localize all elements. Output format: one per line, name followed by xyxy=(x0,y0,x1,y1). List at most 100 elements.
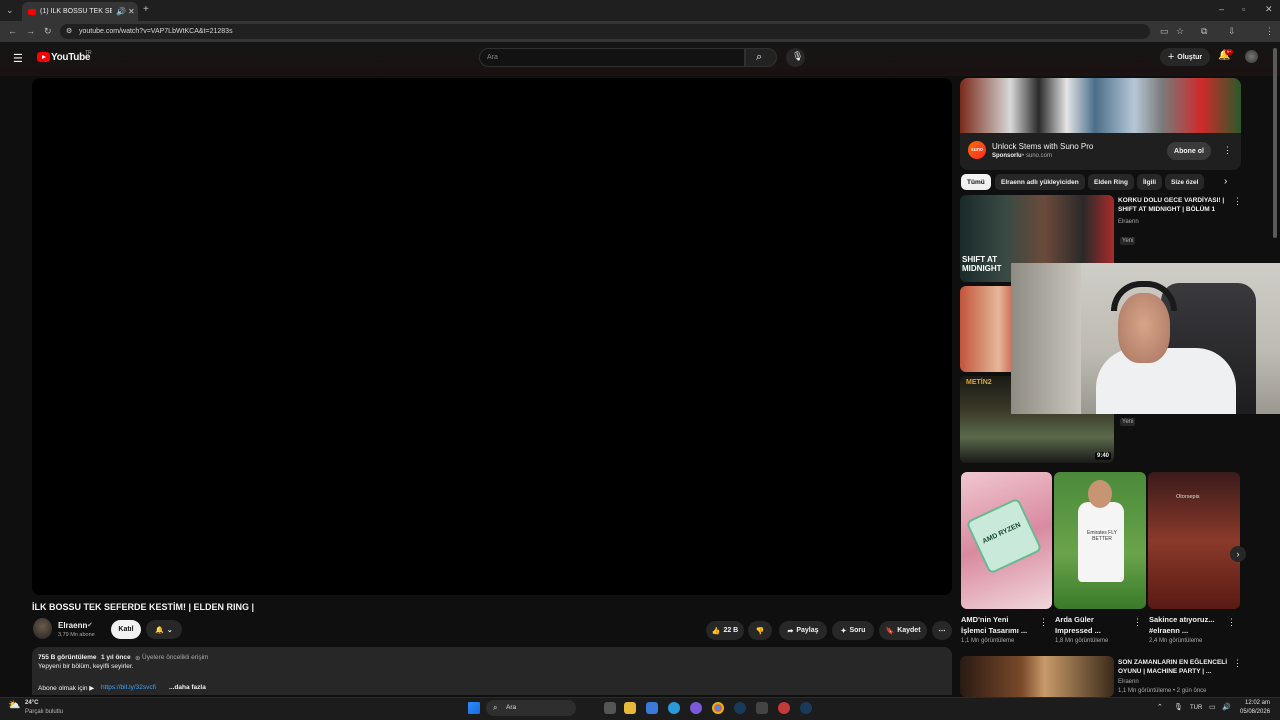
description-box[interactable]: 755 B görüntüleme 1 yıl önce ⊕ Üyelere ö… xyxy=(32,647,952,695)
forward-icon[interactable]: → xyxy=(26,27,35,36)
short-views: 1,8 Mn görüntüleme xyxy=(1055,638,1109,644)
like-button[interactable]: 👍 22 B xyxy=(706,621,744,640)
shorts-next-button[interactable]: › xyxy=(1230,546,1246,562)
ad-domain: suno.com xyxy=(1026,153,1053,159)
steam-icon[interactable] xyxy=(800,702,812,714)
edge-icon[interactable] xyxy=(668,702,680,714)
search-button[interactable]: ⌕ xyxy=(745,48,777,67)
members-icon: ⊕ xyxy=(135,655,141,662)
chip-all[interactable]: Tümü xyxy=(961,174,991,190)
menu-dots-icon[interactable]: ⋮ xyxy=(1265,27,1274,36)
browser-tab[interactable]: (1) İLK BOSSU TEK SEFERDE 🔊 ✕ xyxy=(22,2,138,21)
short-title[interactable]: AMD'nin Yeni İşlemci Tasarımı ... xyxy=(961,614,1033,636)
taskbar-search[interactable]: ⌕ Ara xyxy=(486,700,576,716)
short-thumbnail[interactable]: Otorsepis xyxy=(1148,472,1240,609)
short-menu-icon[interactable]: ⋮ xyxy=(1039,618,1048,627)
rec-title[interactable]: SON ZAMANLARIN EN EĞLENCELİ OYUNU | MACH… xyxy=(1118,658,1230,676)
webcam-overlay xyxy=(1011,263,1280,414)
clock-date[interactable]: 05/08/2026 xyxy=(1240,709,1270,715)
join-button[interactable]: Katıl xyxy=(111,620,141,639)
rec-channel[interactable]: Elraenn xyxy=(1118,219,1139,225)
file-explorer-icon[interactable] xyxy=(624,702,636,714)
short-menu-icon[interactable]: ⋮ xyxy=(1227,618,1236,627)
subscribe-link[interactable]: https://bit.ly/32svcfi xyxy=(101,684,156,691)
site-info-icon[interactable]: ⚙ xyxy=(66,24,72,39)
taskbar-search-label: Ara xyxy=(506,704,517,711)
dislike-button[interactable]: 👎 xyxy=(748,621,772,640)
chip-from-uploader[interactable]: Elraenn adlı yükleyiciden xyxy=(995,174,1085,190)
new-badge: Yeni xyxy=(1120,237,1136,245)
thumbnail-text: Emirates FLY BETTER xyxy=(1087,530,1117,542)
steam-icon[interactable] xyxy=(734,702,746,714)
network-icon[interactable]: ▭ xyxy=(1209,703,1216,711)
youtube-logo-icon[interactable] xyxy=(37,52,50,62)
chip-elden-ring[interactable]: Elden Ring xyxy=(1088,174,1134,190)
ad-subscribe-button[interactable]: Abone ol xyxy=(1167,142,1211,160)
short-thumbnail[interactable]: AMD RYZEN xyxy=(961,472,1052,609)
share-button[interactable]: ➦ Paylaş xyxy=(779,621,827,640)
new-badge: Yeni xyxy=(1120,418,1136,426)
volume-icon[interactable]: 🔊 xyxy=(1222,703,1231,711)
rec-menu-icon[interactable]: ⋮ xyxy=(1233,197,1242,206)
reload-icon[interactable]: ↻ xyxy=(44,27,52,36)
chrome-icon[interactable] xyxy=(712,702,724,714)
weather-icon[interactable]: ⛅ xyxy=(8,700,20,711)
create-button[interactable]: + Oluştur xyxy=(1160,48,1210,66)
rec-channel[interactable]: Elraenn xyxy=(1118,679,1139,685)
chip-for-you[interactable]: Size özel xyxy=(1165,174,1205,190)
sponsored-ad-card[interactable]: suno Unlock Stems with Suno Pro Sponsorl… xyxy=(960,78,1241,170)
rec-title[interactable]: KORKU DOLU GECE VARDİYASI! | SHIFT AT MI… xyxy=(1118,196,1230,214)
tab-search-icon[interactable]: ⌄ xyxy=(6,6,14,15)
save-label: Kaydet xyxy=(897,627,921,634)
like-count: 22 B xyxy=(723,627,739,634)
close-window-icon[interactable]: ✕ xyxy=(1265,5,1273,14)
maximize-icon[interactable]: ▫ xyxy=(1242,5,1245,14)
short-title[interactable]: Sakince atıyoruz... #elraenn ... xyxy=(1149,614,1221,636)
channel-avatar[interactable] xyxy=(33,618,52,639)
video-player[interactable] xyxy=(32,78,952,595)
rec-meta: 1,1 Mn görüntüleme • 2 gün önce xyxy=(1118,688,1207,694)
store-icon[interactable] xyxy=(646,702,658,714)
windows-taskbar xyxy=(0,697,1280,720)
rec-menu-icon[interactable]: ⋮ xyxy=(1233,659,1242,668)
downloads-icon[interactable]: ⇩ xyxy=(1228,27,1236,36)
voice-search-button[interactable]: 🎙 xyxy=(786,48,805,67)
close-tab-icon[interactable]: ✕ xyxy=(128,7,138,16)
bookmark-star-icon[interactable]: ☆ xyxy=(1176,27,1184,36)
language-indicator[interactable]: TUR xyxy=(1190,705,1202,711)
back-icon[interactable]: ← xyxy=(8,27,17,36)
chips-next-icon[interactable]: › xyxy=(1224,176,1227,187)
page-scrollbar[interactable] xyxy=(1273,48,1277,238)
search-input[interactable]: Ara xyxy=(479,48,745,67)
clock-time[interactable]: 12:02 am xyxy=(1245,700,1270,706)
mic-tray-icon[interactable]: 🎙 xyxy=(1174,703,1183,711)
discord-icon[interactable] xyxy=(690,702,702,714)
ask-button[interactable]: ✦ Soru xyxy=(832,621,874,640)
epic-games-icon[interactable] xyxy=(756,702,768,714)
short-menu-icon[interactable]: ⋮ xyxy=(1133,618,1142,627)
subscription-bell-button[interactable]: 🔔 ⌄ xyxy=(146,620,182,639)
url-field[interactable]: ⚙ youtube.com/watch?v=VAP7LbWtKCA&t=2128… xyxy=(60,24,1150,39)
more-actions-button[interactable]: ⋯ xyxy=(932,621,952,640)
channel-name[interactable]: Elraenn xyxy=(58,621,87,630)
extensions-icon[interactable]: ⧉ xyxy=(1201,27,1207,36)
short-title[interactable]: Arda Güler Impressed ... xyxy=(1055,614,1127,636)
notification-badge: 9+ xyxy=(1225,49,1233,55)
account-avatar[interactable] xyxy=(1245,50,1258,63)
tray-chevron-icon[interactable]: ⌃ xyxy=(1157,703,1163,711)
short-thumbnail[interactable]: Emirates FLY BETTER xyxy=(1054,472,1146,609)
task-view-icon[interactable] xyxy=(604,702,616,714)
hamburger-menu-icon[interactable]: ☰ xyxy=(13,52,23,65)
view-count: 755 B görüntüleme xyxy=(38,654,97,661)
start-icon[interactable] xyxy=(468,702,480,714)
rec-thumbnail[interactable] xyxy=(960,656,1114,697)
ad-menu-icon[interactable]: ⋮ xyxy=(1223,146,1232,155)
chevron-down-icon: ⌄ xyxy=(166,626,173,634)
save-button[interactable]: 🔖 Kaydet xyxy=(879,621,927,640)
cast-icon[interactable]: ▭ xyxy=(1160,27,1169,36)
show-more-link[interactable]: ...daha fazla xyxy=(169,684,206,691)
new-tab-icon[interactable]: + xyxy=(143,5,149,15)
app-icon[interactable] xyxy=(778,702,790,714)
minimize-icon[interactable]: – xyxy=(1219,5,1224,14)
chip-related[interactable]: İlgili xyxy=(1137,174,1162,190)
